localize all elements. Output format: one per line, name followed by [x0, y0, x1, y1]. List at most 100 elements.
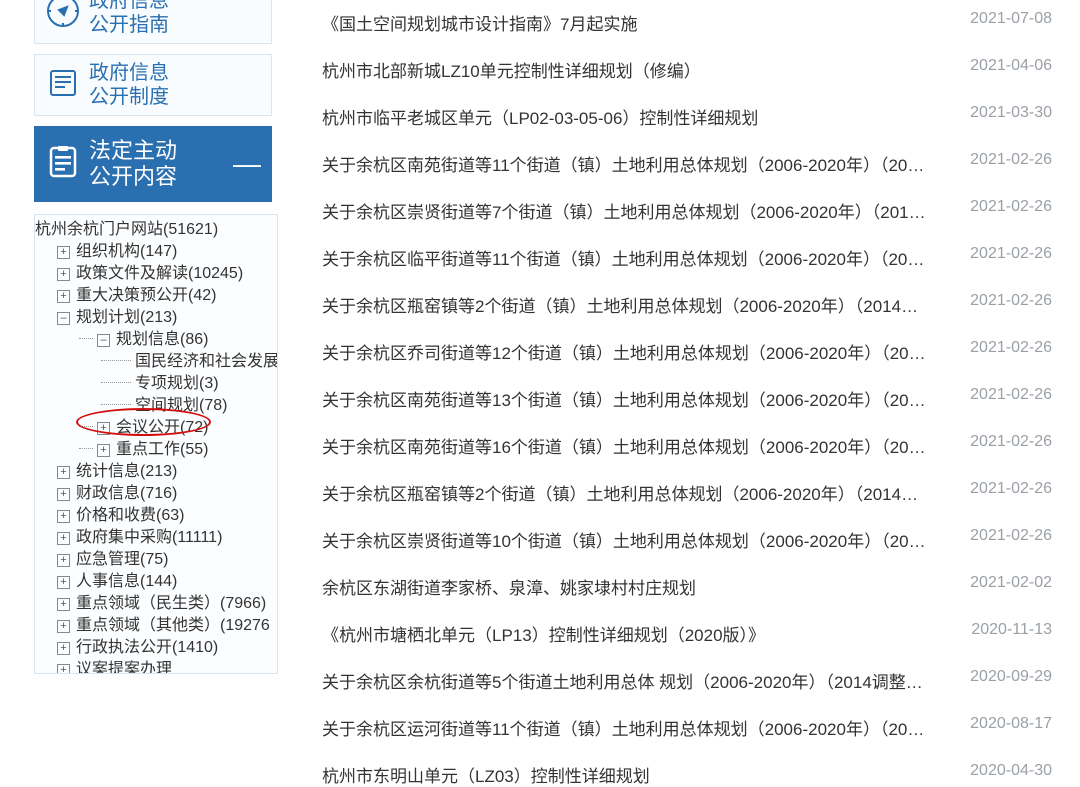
- article-row[interactable]: 关于余杭区崇贤街道等10个街道（镇）土地利用总体规划（2006-2020年）（2…: [322, 527, 1052, 552]
- article-row[interactable]: 关于余杭区临平街道等11个街道（镇）土地利用总体规划（2006-2020年）（2…: [322, 245, 1052, 270]
- tree-node-label[interactable]: 统计信息(213): [76, 463, 177, 480]
- tree-node-label[interactable]: 规划信息(86): [116, 331, 208, 348]
- article-title[interactable]: 关于余杭区瓶窑镇等2个街道（镇）土地利用总体规划（2006-2020年）（201…: [322, 480, 932, 505]
- expand-icon[interactable]: +: [57, 290, 70, 303]
- expand-icon[interactable]: +: [57, 664, 70, 674]
- article-title[interactable]: 关于余杭区南苑街道等11个街道（镇）土地利用总体规划（2006-2020年）（2…: [322, 151, 932, 176]
- article-row[interactable]: 关于余杭区南苑街道等13个街道（镇）土地利用总体规划（2006-2020年）（2…: [322, 386, 1052, 411]
- article-row[interactable]: 关于余杭区余杭街道等5个街道土地利用总体 规划（2006-2020年）（2014…: [322, 668, 1052, 693]
- article-title[interactable]: 关于余杭区崇贤街道等10个街道（镇）土地利用总体规划（2006-2020年）（2…: [322, 527, 932, 552]
- article-row[interactable]: 杭州市临平老城区单元（LP02-03-05-06）控制性详细规划2021-03-…: [322, 104, 1052, 129]
- expand-icon[interactable]: +: [57, 246, 70, 259]
- compass-icon: [45, 0, 81, 34]
- article-row[interactable]: 杭州市北部新城LZ10单元控制性详细规划（修编）2021-04-06: [322, 57, 1052, 82]
- article-date: 2021-02-26: [970, 151, 1052, 169]
- expand-icon[interactable]: +: [57, 620, 70, 633]
- tree-leaf-label[interactable]: 国民经济和社会发展规: [135, 353, 278, 370]
- article-title[interactable]: 余杭区东湖街道李家桥、泉漳、姚家埭村村庄规划: [322, 574, 696, 599]
- expand-icon[interactable]: +: [57, 554, 70, 567]
- tree-node-label[interactable]: 政策文件及解读(10245): [76, 265, 243, 282]
- tree-node-label[interactable]: 规划计划(213): [76, 309, 177, 326]
- article-row[interactable]: 关于余杭区南苑街道等16个街道（镇）土地利用总体规划（2006-2020年）（2…: [322, 433, 1052, 458]
- tree-node-label[interactable]: 重大决策预公开(42): [76, 287, 216, 304]
- tree-node[interactable]: + 会议公开(72): [79, 417, 277, 439]
- article-title[interactable]: 关于余杭区乔司街道等12个街道（镇）土地利用总体规划（2006-2020年）（2…: [322, 339, 932, 364]
- article-row[interactable]: 《国土空间规划城市设计指南》7月起实施2021-07-08: [322, 10, 1052, 35]
- collapse-icon[interactable]: –: [97, 334, 110, 347]
- expand-icon[interactable]: +: [57, 598, 70, 611]
- article-title[interactable]: 关于余杭区临平街道等11个街道（镇）土地利用总体规划（2006-2020年）（2…: [322, 245, 932, 270]
- expand-icon[interactable]: +: [57, 642, 70, 655]
- expand-icon[interactable]: +: [97, 444, 110, 457]
- article-title[interactable]: 关于余杭区运河街道等11个街道（镇）土地利用总体规划（2006-2020年）（2…: [322, 715, 932, 740]
- tree-node[interactable]: –规划信息(86): [79, 329, 277, 351]
- tree-leaf-label[interactable]: 专项规划(3): [135, 375, 219, 392]
- article-title[interactable]: 关于余杭区南苑街道等13个街道（镇）土地利用总体规划（2006-2020年）（2…: [322, 386, 932, 411]
- tree-node-label[interactable]: 重点工作(55): [116, 441, 208, 458]
- tree-node[interactable]: –规划计划(213): [57, 307, 277, 329]
- article-row[interactable]: 关于余杭区瓶窑镇等2个街道（镇）土地利用总体规划（2006-2020年）（201…: [322, 480, 1052, 505]
- article-title[interactable]: 杭州市东明山单元（LZ03）控制性详细规划: [322, 762, 650, 787]
- article-row[interactable]: 余杭区东湖街道李家桥、泉漳、姚家埭村村庄规划2021-02-02: [322, 574, 1052, 599]
- article-title[interactable]: 关于余杭区瓶窑镇等2个街道（镇）土地利用总体规划（2006-2020年）（201…: [322, 292, 932, 317]
- article-title[interactable]: 关于余杭区南苑街道等16个街道（镇）土地利用总体规划（2006-2020年）（2…: [322, 433, 932, 458]
- article-title[interactable]: 《杭州市塘栖北单元（LP13）控制性详细规划（2020版）》: [322, 621, 765, 646]
- tree-node-label[interactable]: 财政信息(716): [76, 485, 177, 502]
- tree-node[interactable]: + 重大决策预公开(42): [57, 285, 277, 307]
- tree-root-label[interactable]: 杭州余杭门户网站(51621): [35, 221, 218, 238]
- tree-node[interactable]: + 重点领域（其他类）(19276: [57, 615, 277, 637]
- article-row[interactable]: 《杭州市塘栖北单元（LP13）控制性详细规划（2020版）》2020-11-13: [322, 621, 1052, 646]
- tree-node[interactable]: + 价格和收费(63): [57, 505, 277, 527]
- expand-icon[interactable]: +: [57, 488, 70, 501]
- tree-node-label[interactable]: 价格和收费(63): [76, 507, 184, 524]
- tree-node[interactable]: + 财政信息(716): [57, 483, 277, 505]
- article-title[interactable]: 关于余杭区崇贤街道等7个街道（镇）土地利用总体规划（2006-2020年）（20…: [322, 198, 932, 223]
- article-title[interactable]: 杭州市北部新城LZ10单元控制性详细规划（修编）: [322, 57, 701, 82]
- tree-node-label[interactable]: 议案提案办理: [76, 661, 172, 674]
- tree-node-label[interactable]: 重点领域（民生类）(7966): [76, 595, 266, 612]
- article-title[interactable]: 杭州市临平老城区单元（LP02-03-05-06）控制性详细规划: [322, 104, 758, 129]
- tree-node-label[interactable]: 会议公开(72): [116, 419, 208, 436]
- card-statutory-disclosure[interactable]: 法定主动 公开内容 —: [34, 126, 272, 202]
- article-row[interactable]: 关于余杭区运河街道等11个街道（镇）土地利用总体规划（2006-2020年）（2…: [322, 715, 1052, 740]
- category-tree[interactable]: 杭州余杭门户网站(51621) + 组织机构(147) + 政策文件及解读(10245)…: [35, 215, 277, 674]
- tree-leaf[interactable]: 空间规划(78): [101, 395, 277, 417]
- tree-node[interactable]: + 议案提案办理: [57, 659, 277, 674]
- tree-node[interactable]: + 政策文件及解读(10245): [57, 263, 277, 285]
- tree-leaf[interactable]: 专项规划(3): [101, 373, 277, 395]
- tree-node-label[interactable]: 人事信息(144): [76, 573, 177, 590]
- tree-node[interactable]: + 人事信息(144): [57, 571, 277, 593]
- tree-node[interactable]: + 政府集中采购(11111): [57, 527, 277, 549]
- article-date: 2021-02-26: [970, 480, 1052, 498]
- tree-node-label[interactable]: 重点领域（其他类）(19276: [76, 617, 270, 634]
- category-tree-panel[interactable]: 杭州余杭门户网站(51621) + 组织机构(147) + 政策文件及解读(10245)…: [34, 214, 278, 674]
- article-title[interactable]: 《国土空间规划城市设计指南》7月起实施: [322, 10, 637, 35]
- tree-node-label[interactable]: 政府集中采购(11111): [76, 529, 222, 546]
- tree-node[interactable]: + 行政执法公开(1410): [57, 637, 277, 659]
- tree-node[interactable]: + 重点领域（民生类）(7966): [57, 593, 277, 615]
- article-row[interactable]: 关于余杭区瓶窑镇等2个街道（镇）土地利用总体规划（2006-2020年）（201…: [322, 292, 1052, 317]
- expand-icon[interactable]: +: [57, 532, 70, 545]
- tree-node[interactable]: + 组织机构(147): [57, 241, 277, 263]
- tree-node-label[interactable]: 组织机构(147): [76, 243, 177, 260]
- article-row[interactable]: 关于余杭区南苑街道等11个街道（镇）土地利用总体规划（2006-2020年）（2…: [322, 151, 1052, 176]
- card-gov-info-guide[interactable]: 政府信息 公开指南: [34, 0, 272, 44]
- expand-icon[interactable]: +: [57, 466, 70, 479]
- expand-icon[interactable]: +: [57, 268, 70, 281]
- tree-node[interactable]: + 应急管理(75): [57, 549, 277, 571]
- tree-leaf[interactable]: 国民经济和社会发展规: [101, 351, 277, 373]
- tree-node[interactable]: + 统计信息(213): [57, 461, 277, 483]
- card-gov-info-system[interactable]: 政府信息 公开制度: [34, 54, 272, 116]
- tree-node[interactable]: + 重点工作(55): [79, 439, 277, 461]
- article-row[interactable]: 关于余杭区崇贤街道等7个街道（镇）土地利用总体规划（2006-2020年）（20…: [322, 198, 1052, 223]
- tree-node-label[interactable]: 行政执法公开(1410): [76, 639, 218, 656]
- article-title[interactable]: 关于余杭区余杭街道等5个街道土地利用总体 规划（2006-2020年）（2014…: [322, 668, 932, 693]
- article-row[interactable]: 关于余杭区乔司街道等12个街道（镇）土地利用总体规划（2006-2020年）（2…: [322, 339, 1052, 364]
- expand-icon[interactable]: +: [57, 576, 70, 589]
- tree-node-label[interactable]: 应急管理(75): [76, 551, 168, 568]
- collapse-icon[interactable]: –: [57, 312, 70, 325]
- expand-icon[interactable]: +: [57, 510, 70, 523]
- expand-icon[interactable]: +: [97, 422, 110, 435]
- article-row[interactable]: 杭州市东明山单元（LZ03）控制性详细规划2020-04-30: [322, 762, 1052, 787]
- tree-leaf-label[interactable]: 空间规划(78): [135, 397, 227, 414]
